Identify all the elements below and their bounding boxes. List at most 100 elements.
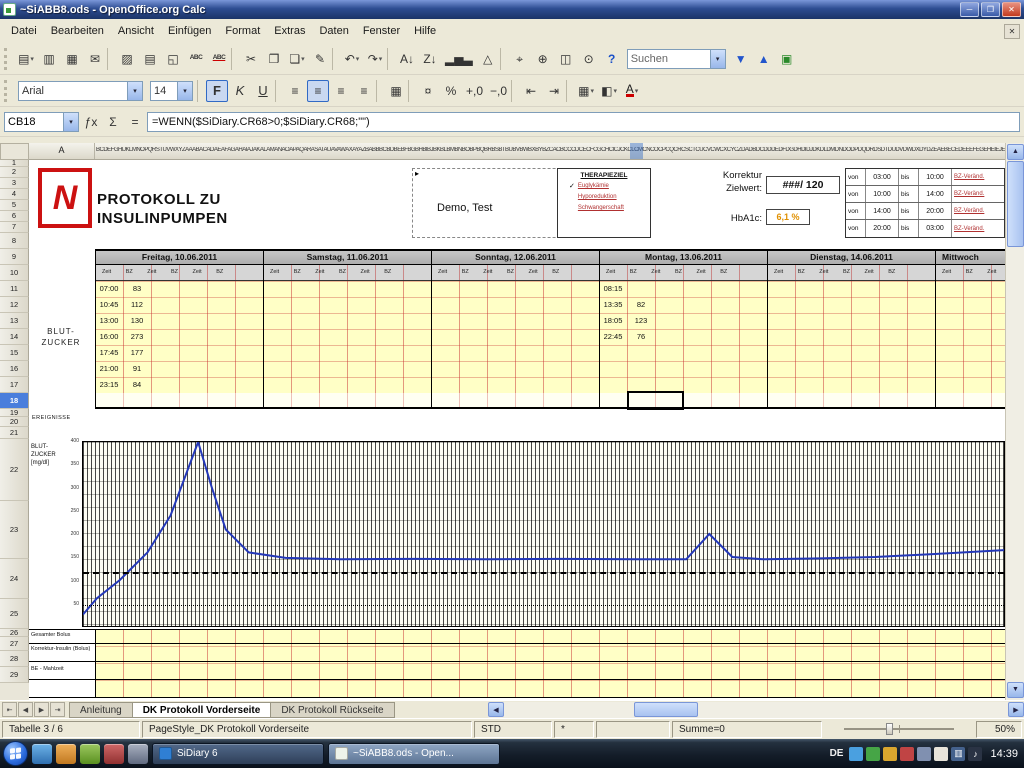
von-time[interactable]: 10:00 [866, 186, 899, 202]
column-header-a[interactable]: A [29, 143, 95, 160]
find-next-button[interactable]: ▼ [730, 48, 752, 70]
row-header-4[interactable]: 4 [0, 189, 29, 200]
bz-cell[interactable]: 130 [125, 316, 149, 325]
start-button[interactable] [3, 741, 28, 766]
menu-item[interactable]: Ansicht [111, 21, 161, 41]
bz-cell[interactable]: 112 [125, 300, 149, 309]
language-indicator[interactable]: DE [830, 748, 844, 759]
percent-format-button[interactable]: % [440, 80, 462, 102]
italic-button[interactable]: K [229, 80, 251, 102]
merge-cells-button[interactable]: ▦ [385, 80, 407, 102]
menu-item[interactable]: Einfügen [161, 21, 218, 41]
bz-veraenderung-link[interactable]: BZ-Veränd. [952, 203, 1004, 219]
format-paintbrush-button[interactable]: ✎ [309, 48, 331, 70]
next-sheet-button[interactable]: ▶ [34, 702, 49, 717]
page-preview-button[interactable]: ◱ [162, 48, 184, 70]
email-button[interactable]: ✉ [84, 48, 106, 70]
scroll-left-icon[interactable]: ◀ [488, 702, 504, 717]
restore-button[interactable]: ❐ [981, 2, 1000, 17]
bold-button[interactable]: F [206, 80, 228, 102]
scroll-down-icon[interactable]: ▼ [1007, 682, 1024, 698]
bz-veraenderung-link[interactable]: BZ-Veränd. [952, 186, 1004, 202]
menu-item[interactable]: Bearbeiten [44, 21, 111, 41]
hba1c-value-cell[interactable]: 6,1 % [766, 209, 810, 225]
row-header-27[interactable]: 27 [0, 637, 29, 651]
font-name-combobox[interactable]: ▾ [18, 81, 143, 101]
therapy-goal-option[interactable]: ✓ Schwangerschaft [569, 204, 647, 212]
zielwert-value-cell[interactable]: ###/ 120 [766, 176, 840, 194]
function-wizard-button[interactable]: ƒx [81, 111, 101, 133]
open-button[interactable]: ▥ [38, 48, 60, 70]
minimize-button[interactable]: ─ [960, 2, 979, 17]
copy-button[interactable]: ❐ [263, 48, 285, 70]
new-document-button[interactable]: ▤ [15, 48, 37, 70]
align-left-button[interactable]: ≡ [284, 80, 306, 102]
scroll-up-icon[interactable]: ▲ [1007, 144, 1024, 160]
tab-dk-protokoll-vorderseite[interactable]: DK Protokoll Vorderseite [133, 702, 272, 718]
zeit-cell[interactable]: 10:45 [97, 300, 121, 309]
toolbar-grip[interactable] [4, 80, 9, 102]
row-header-21[interactable]: 21 [0, 427, 29, 439]
selected-cell-outline[interactable] [627, 391, 684, 410]
zeit-cell[interactable]: 21:00 [97, 364, 121, 373]
quick-launch-icon-1[interactable] [32, 744, 52, 764]
therapy-goal-option[interactable]: ✓ Euglykämie [569, 182, 647, 190]
row-header-12[interactable]: 12 [0, 297, 29, 313]
tray-icon-1[interactable] [849, 747, 863, 761]
bz-cell[interactable]: 82 [629, 300, 653, 309]
help-button[interactable]: ? [601, 48, 623, 70]
zoom-button[interactable]: ⊙ [578, 48, 600, 70]
zoom-slider[interactable] [824, 721, 974, 738]
bz-cell[interactable]: 84 [125, 380, 149, 389]
row-header-17[interactable]: 17 [0, 377, 29, 393]
underline-button[interactable]: U [252, 80, 274, 102]
align-center-button[interactable]: ≡ [307, 80, 329, 102]
zeit-cell[interactable]: 07:00 [97, 284, 121, 293]
name-box[interactable]: ▾ [4, 112, 79, 132]
auto-spellcheck-button[interactable]: ABC [208, 48, 230, 70]
delete-decimal-button[interactable]: −,0 [487, 80, 510, 102]
bz-cell[interactable]: 83 [125, 284, 149, 293]
decrease-indent-button[interactable]: ⇤ [520, 80, 542, 102]
row-header-28[interactable]: 28 [0, 651, 29, 667]
bz-table-band[interactable] [95, 281, 1005, 393]
function-button[interactable]: = [125, 111, 145, 133]
horizontal-scrollbar-track[interactable] [504, 702, 1008, 717]
currency-format-button[interactable]: ¤ [417, 80, 439, 102]
row-header-9[interactable]: 9 [0, 249, 29, 265]
font-size-input[interactable] [151, 85, 177, 97]
row-header-3[interactable]: 3 [0, 178, 29, 189]
formula-input[interactable] [147, 112, 1020, 132]
task-calc-document[interactable]: ~SiABB8.ods - Open... [328, 743, 500, 765]
row-18-band[interactable] [95, 393, 1005, 409]
redo-button[interactable]: ↷ [364, 48, 386, 70]
zoom-slider-track[interactable] [844, 728, 954, 730]
bz-cell[interactable]: 91 [125, 364, 149, 373]
zeit-cell[interactable]: 18:05 [601, 316, 625, 325]
sum-button[interactable]: Σ [103, 111, 123, 133]
find-previous-button[interactable]: ▲ [753, 48, 775, 70]
select-all-corner[interactable] [0, 143, 29, 160]
row-header-14[interactable]: 14 [0, 329, 29, 345]
tray-icon-2[interactable] [866, 747, 880, 761]
bolus-band[interactable] [95, 629, 1005, 697]
bz-veraenderung-link[interactable]: BZ-Veränd. [952, 220, 1004, 237]
font-color-button[interactable]: A [621, 80, 643, 102]
bis-time[interactable]: 20:00 [919, 203, 952, 219]
toolbar-grip[interactable] [4, 48, 9, 70]
quick-launch-icon-5[interactable] [128, 744, 148, 764]
therapy-goal-option[interactable]: ✓ Hyporeduktion [569, 193, 647, 201]
row-header-6[interactable]: 6 [0, 211, 29, 222]
gallery-button[interactable]: ◫ [555, 48, 577, 70]
zeit-cell[interactable]: 22:45 [601, 332, 625, 341]
row-header-20[interactable]: 20 [0, 417, 29, 427]
find-replace-button[interactable]: ⌖ [509, 48, 531, 70]
row-header-11[interactable]: 11 [0, 281, 29, 297]
background-color-button[interactable]: ◧ [598, 80, 620, 102]
bz-cell[interactable]: 273 [125, 332, 149, 341]
row-header-25[interactable]: 25 [0, 599, 29, 629]
von-time[interactable]: 14:00 [866, 203, 899, 219]
quick-launch-icon-4[interactable] [104, 744, 124, 764]
navigator-button[interactable]: ⊕ [532, 48, 554, 70]
menu-item[interactable]: Extras [267, 21, 312, 41]
